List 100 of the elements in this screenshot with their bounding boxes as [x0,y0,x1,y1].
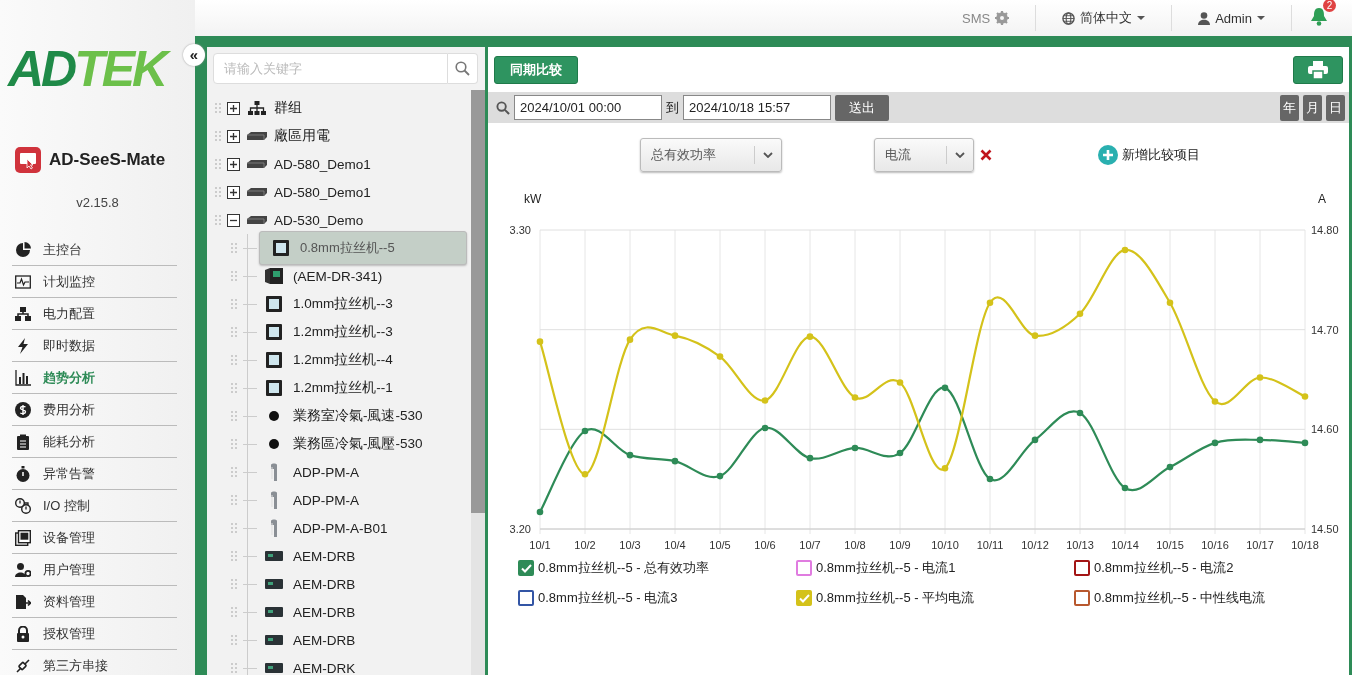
tree-item[interactable]: 1.0mm拉丝机--3 [259,292,467,316]
tree-item[interactable]: ADP-PM-A-B01 [259,516,467,540]
search-button[interactable] [448,53,478,84]
drag-handle-icon [231,299,237,309]
tree-item[interactable]: ADP-PM-A [259,460,467,484]
tree-item[interactable]: 1.2mm拉丝机--4 [259,348,467,372]
tree-item[interactable]: 1.2mm拉丝机--3 [259,320,467,344]
collapse-icon[interactable] [227,213,240,227]
nav-item[interactable]: 电力配置 [12,298,177,330]
nav-item[interactable]: 设备管理 [12,522,177,554]
drag-handle-icon [215,187,221,197]
chevron-down-icon [955,152,965,158]
compare-button[interactable]: 同期比较 [494,55,578,84]
dollar-icon [15,401,31,418]
search-field[interactable]: 请输入关键字 [213,53,448,84]
legend-item[interactable]: 0.8mm拉丝机--5 - 电流3 [518,589,796,607]
legend-item[interactable]: 0.8mm拉丝机--5 - 电流1 [796,559,1074,577]
legend-checkbox[interactable] [1074,560,1090,576]
y-axis-label: kW [524,192,542,206]
tree-item[interactable]: AD-580_Demo1 [274,184,371,200]
period-button[interactable]: 日 [1326,94,1345,121]
x-tick-label: 10/16 [1201,539,1229,551]
tree-item[interactable]: 1.2mm拉丝机--1 [259,376,467,400]
legend-item[interactable]: 0.8mm拉丝机--5 - 电流2 [1074,559,1349,577]
remove-icon[interactable] [980,149,992,161]
nav-item[interactable]: 能耗分析 [12,426,177,458]
nav-item[interactable]: 趋势分析 [12,362,177,394]
nav-item[interactable]: 第三方串接 [12,650,177,675]
start-date-field[interactable]: 2024/10/01 00:00 [514,95,662,120]
legend-checkbox[interactable] [796,560,812,576]
submit-button[interactable]: 送出 [835,94,889,121]
legend-item[interactable]: 0.8mm拉丝机--5 - 总有效功率 [518,559,796,577]
add-compare-button[interactable]: 新增比较项目 [1098,145,1200,165]
sensor-icon [270,519,278,537]
module-icon [265,607,283,617]
tree-item[interactable]: (AEM-DR-341) [259,264,467,288]
legend-item[interactable]: 0.8mm拉丝机--5 - 中性线电流 [1074,589,1349,607]
legend-item[interactable]: 0.8mm拉丝机--5 - 平均电流 [796,589,1074,607]
data-point [1031,332,1039,339]
tree-item[interactable]: 0.8mm拉丝机--5 [259,231,467,265]
period-button[interactable]: 年 [1280,94,1299,121]
chevron-down-icon [763,152,773,158]
x-tick-label: 10/14 [1111,539,1139,551]
collapse-button[interactable]: « [183,44,205,66]
nav-item[interactable]: I/O 控制 [12,490,177,522]
tree-item[interactable]: AEM-DRB [259,572,467,596]
sensor-icon [270,491,278,509]
data-point [761,397,769,404]
tree-item[interactable]: 群组 [274,99,302,117]
data-point [536,508,544,516]
expand-icon[interactable] [227,101,240,115]
nav-item[interactable]: 即时数据 [12,330,177,362]
legend-checkbox[interactable] [796,590,812,606]
tree-item[interactable]: AEM-DRB [259,544,467,568]
nav-item[interactable]: 费用分析 [12,394,177,426]
nav-item[interactable]: 异常告警 [12,458,177,490]
expand-icon[interactable] [227,129,240,143]
y-tick-label: 14.80 [1311,224,1339,236]
tree-item[interactable]: ADP-PM-A [259,488,467,512]
expand-icon[interactable] [227,185,240,199]
tree-item[interactable]: AD-580_Demo1 [274,156,371,172]
expand-icon[interactable] [227,157,240,171]
tree-item[interactable]: 業務室冷氣-風速-530 [259,404,467,428]
meter-icon [266,380,282,396]
metric-dropdown[interactable]: 电流 [874,138,974,172]
user-menu[interactable]: Admin [1172,5,1292,31]
plug-icon [15,657,31,674]
device-icon [247,160,267,168]
x-tick-label: 10/15 [1156,539,1184,551]
nav-item[interactable]: 主控台 [12,234,177,266]
end-date-field[interactable]: 2024/10/18 15:57 [683,95,831,120]
tree-item[interactable]: AD-530_Demo [274,212,364,228]
drag-handle-icon [215,103,221,113]
notifications-button[interactable]: 2 [1310,0,1336,29]
tree-item[interactable]: 業務區冷氣-風壓-530 [259,432,467,456]
legend-checkbox[interactable] [1074,590,1090,606]
user-gear-icon [15,561,31,578]
drag-handle-icon [231,327,237,337]
tree-item[interactable]: 廠區用電 [274,127,330,145]
legend-checkbox[interactable] [518,590,534,606]
sms-settings[interactable]: SMS [935,5,1037,31]
tree-item[interactable]: AEM-DRB [259,628,467,652]
legend-checkbox[interactable] [518,560,534,576]
metric-dropdown[interactable]: 总有效功率 [640,138,782,172]
nav-item[interactable]: 授权管理 [12,618,177,650]
period-button[interactable]: 月 [1303,94,1322,121]
lock-icon [15,625,31,642]
clipboard-icon [15,433,31,450]
tree-item[interactable]: AEM-DRB [259,600,467,624]
nav-item[interactable]: 计划监控 [12,266,177,298]
tree-item[interactable]: AEM-DRK [259,656,467,675]
language-menu[interactable]: 简体中文 [1036,5,1173,31]
print-button[interactable] [1293,55,1343,84]
dot-icon [269,439,279,449]
scrollbar-thumb[interactable] [471,90,485,513]
nav-item[interactable]: 用户管理 [12,554,177,586]
nav-item[interactable]: 资料管理 [12,586,177,618]
data-point [1256,374,1264,381]
data-point [626,451,634,459]
x-tick-label: 10/7 [799,539,821,551]
